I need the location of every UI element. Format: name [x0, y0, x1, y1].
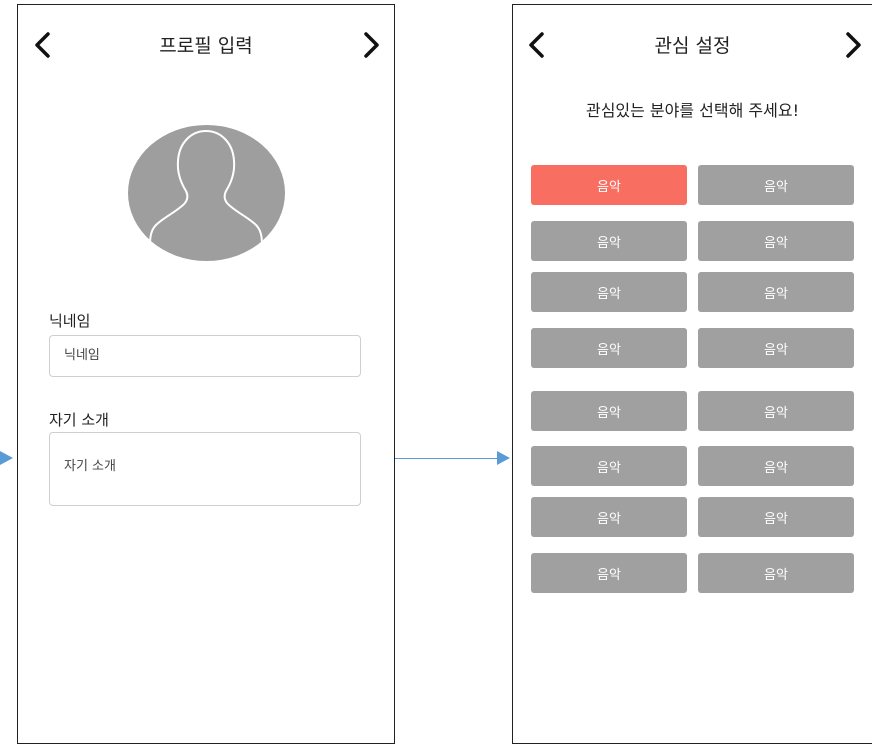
interest-chip[interactable]: 음악 [531, 553, 687, 593]
interest-chip[interactable]: 음악 [531, 328, 687, 368]
interest-chip[interactable]: 음악 [531, 165, 687, 205]
flow-arrow-incoming [0, 451, 13, 465]
page-title: 프로필 입력 [159, 35, 253, 57]
interest-chip[interactable]: 음악 [698, 497, 854, 537]
interest-chip[interactable]: 음악 [698, 165, 854, 205]
flow-arrow-head [497, 451, 510, 465]
next-button[interactable] [360, 29, 382, 61]
flow-arrow-line [395, 458, 499, 459]
profile-input-screen: 프로필 입력 닉네임 닉네임 자기 소개 자기 소개 [17, 4, 395, 744]
page-title: 관심 설정 [654, 35, 731, 57]
interest-chip[interactable]: 음악 [698, 553, 854, 593]
intro-label: 자기 소개 [49, 411, 109, 429]
nickname-field[interactable]: 닉네임 [49, 335, 361, 377]
nickname-label: 닉네임 [49, 312, 91, 330]
interest-chip[interactable]: 음악 [531, 497, 687, 537]
interest-settings-screen: 관심 설정 관심있는 분야를 선택해 주세요! 음악 음악 음악 음악 음악 음… [512, 4, 872, 744]
interest-prompt: 관심있는 분야를 선택해 주세요! [585, 101, 800, 120]
interest-chip[interactable]: 음악 [698, 328, 854, 368]
interest-chip[interactable]: 음악 [698, 272, 854, 312]
next-button[interactable] [842, 29, 864, 61]
intro-field[interactable]: 자기 소개 [49, 432, 361, 506]
chevron-right-icon [846, 32, 861, 58]
interest-chip[interactable]: 음악 [531, 272, 687, 312]
interest-chip[interactable]: 음악 [531, 221, 687, 261]
chevron-right-icon [364, 32, 379, 58]
interest-chip[interactable]: 음악 [698, 221, 854, 261]
interest-chip[interactable]: 음악 [698, 391, 854, 431]
interest-chip[interactable]: 음악 [531, 446, 687, 486]
interest-chip[interactable]: 음악 [698, 446, 854, 486]
avatar[interactable] [128, 125, 285, 261]
user-silhouette-icon [149, 130, 263, 246]
interest-chip[interactable]: 음악 [531, 391, 687, 431]
